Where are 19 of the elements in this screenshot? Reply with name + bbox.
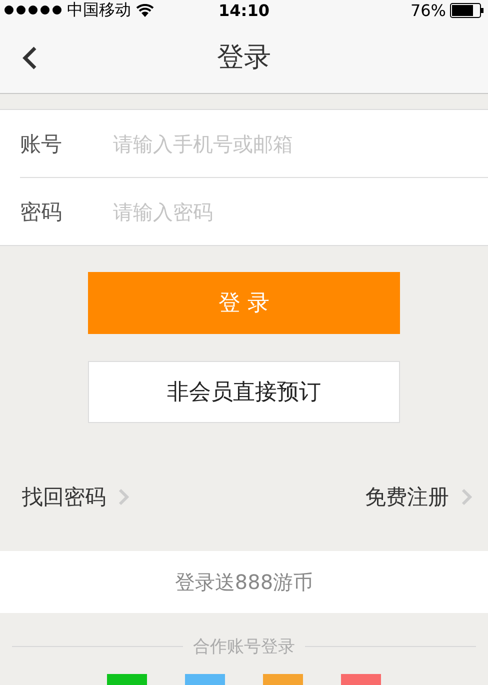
status-time: 14:10 xyxy=(218,0,270,20)
partner-login-title: 合作账号登录 xyxy=(193,636,295,658)
battery-icon xyxy=(450,2,484,18)
input-field[interactable]: 请输入手机号或邮箱 xyxy=(113,132,488,156)
chevron-right-icon xyxy=(461,488,472,506)
text-link[interactable]: 免费注册 xyxy=(365,483,472,511)
field-label: 账号 xyxy=(20,130,63,158)
guest-booking-button[interactable]: 非会员直接预订 xyxy=(88,361,400,423)
field-label: 密码 xyxy=(20,198,63,226)
chevron-right-icon xyxy=(118,488,129,506)
wifi-icon xyxy=(136,4,154,16)
back-icon[interactable] xyxy=(22,46,38,70)
input-field[interactable]: 请输入密码 xyxy=(113,200,488,224)
promo-text: 登录送888游币 xyxy=(174,568,314,596)
battery-percent: 76% xyxy=(410,0,446,20)
signal-icon xyxy=(4,5,62,15)
page-title: 登录 xyxy=(217,40,271,74)
text-link[interactable]: 找回密码 xyxy=(22,483,129,511)
carrier-name: 中国移动 xyxy=(67,0,131,20)
